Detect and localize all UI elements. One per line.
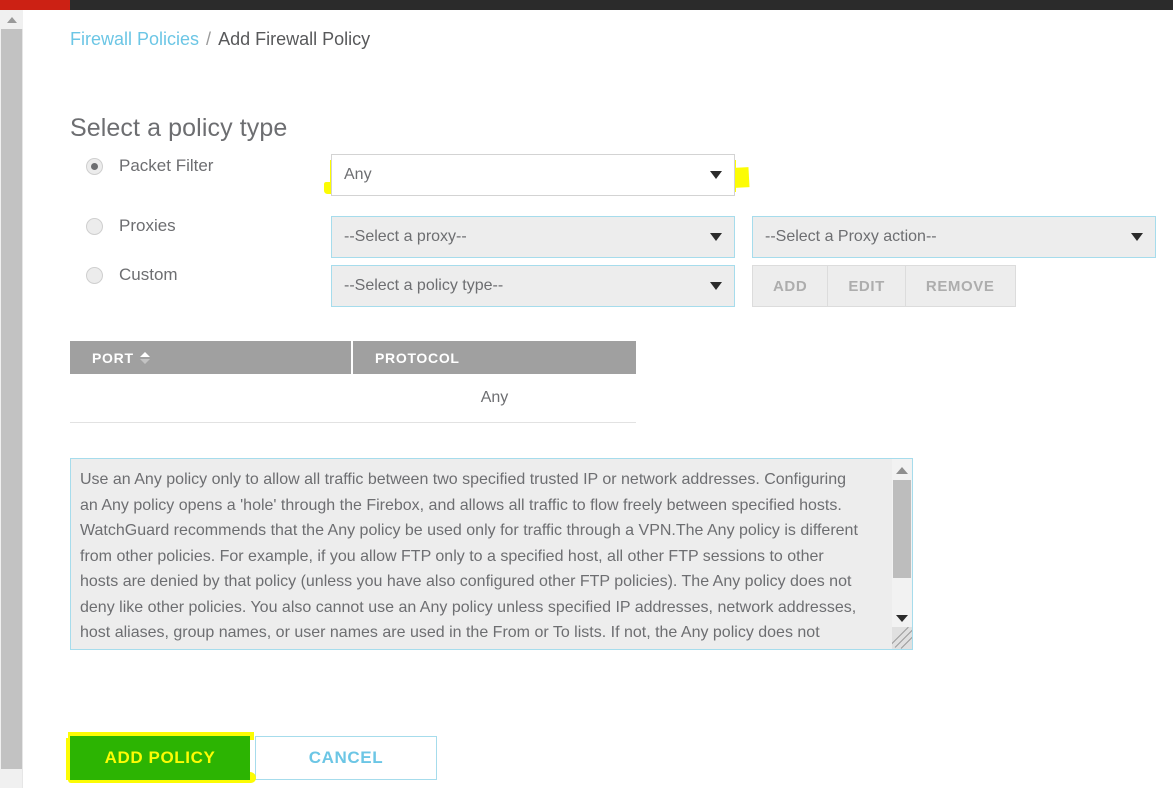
remove-button[interactable]: REMOVE — [904, 265, 1016, 307]
select-policy-type-value: --Select a policy type-- — [344, 277, 504, 294]
sort-arrows-icon[interactable] — [139, 351, 150, 364]
select-proxy-action[interactable]: --Select a Proxy action-- — [752, 216, 1156, 258]
radio-label-proxies: Proxies — [119, 216, 176, 235]
select-policy-type[interactable]: --Select a policy type-- — [331, 265, 735, 307]
column-header-protocol-label: PROTOCOL — [375, 349, 460, 366]
radio-row-proxies[interactable]: Proxies — [86, 216, 176, 236]
policy-description-textarea[interactable]: Use an Any policy only to allow all traf… — [70, 458, 913, 650]
add-button[interactable]: ADD — [752, 265, 828, 307]
description-scrollbar-track[interactable] — [892, 459, 912, 649]
description-scroll-up-icon[interactable] — [892, 461, 912, 479]
triangle-up-icon — [139, 351, 150, 357]
custom-policy-button-group: ADD EDIT REMOVE — [752, 265, 1016, 307]
select-proxy-value: --Select a proxy-- — [344, 228, 467, 245]
chevron-down-icon — [710, 282, 722, 290]
breadcrumb-current: Add Firewall Policy — [218, 29, 371, 49]
radio-packet-filter[interactable] — [86, 157, 103, 175]
radio-row-custom[interactable]: Custom — [86, 265, 178, 285]
description-scroll-down-icon[interactable] — [892, 609, 912, 627]
breadcrumb-link-firewall-policies[interactable]: Firewall Policies — [70, 29, 199, 49]
page-title: Select a policy type — [70, 114, 288, 142]
policy-description-text: Use an Any policy only to allow all traf… — [80, 471, 863, 641]
chevron-down-icon — [1131, 233, 1143, 241]
chevron-down-icon — [710, 233, 722, 241]
textarea-resize-handle-icon[interactable] — [892, 627, 912, 649]
browser-chrome-bar — [0, 0, 1173, 10]
ports-protocols-table: PORT PROTOCOL Any — [70, 341, 636, 423]
main-content: Firewall Policies / Add Firewall Policy Se… — [24, 10, 1173, 788]
cancel-button[interactable]: CANCEL — [255, 736, 437, 780]
triangle-up-icon — [6, 16, 17, 23]
breadcrumb: Firewall Policies / Add Firewall Policy — [70, 29, 370, 50]
column-header-port-label: PORT — [92, 349, 134, 366]
scroll-up-arrow-icon[interactable] — [0, 10, 23, 29]
triangle-down-icon — [139, 358, 150, 364]
edit-button[interactable]: EDIT — [827, 265, 905, 307]
column-header-protocol[interactable]: PROTOCOL — [353, 341, 636, 374]
triangle-up-icon — [896, 466, 908, 474]
page-scrollbar-thumb[interactable] — [1, 29, 22, 769]
chevron-down-icon — [710, 171, 722, 179]
table-row: Any — [70, 374, 636, 423]
radio-custom[interactable] — [86, 266, 103, 284]
browser-active-tab-indicator — [0, 0, 70, 10]
page-root: Firewall Policies / Add Firewall Policy Se… — [0, 0, 1173, 788]
select-proxy-action-value: --Select a Proxy action-- — [765, 228, 937, 245]
triangle-down-icon — [896, 614, 908, 622]
select-packet-filter-value: Any — [344, 166, 372, 183]
radio-row-packet-filter[interactable]: Packet Filter — [86, 156, 213, 176]
breadcrumb-separator: / — [206, 29, 212, 49]
radio-proxies[interactable] — [86, 217, 103, 235]
table-header-row: PORT PROTOCOL — [70, 341, 636, 374]
radio-label-custom: Custom — [119, 265, 178, 284]
cell-protocol: Any — [480, 389, 509, 406]
column-header-port[interactable]: PORT — [70, 341, 353, 374]
radio-label-packet-filter: Packet Filter — [119, 156, 214, 175]
description-scrollbar-thumb[interactable] — [893, 480, 911, 578]
select-packet-filter[interactable]: Any — [331, 154, 735, 196]
add-policy-button[interactable]: ADD POLICY — [70, 736, 250, 780]
select-proxy[interactable]: --Select a proxy-- — [331, 216, 735, 258]
